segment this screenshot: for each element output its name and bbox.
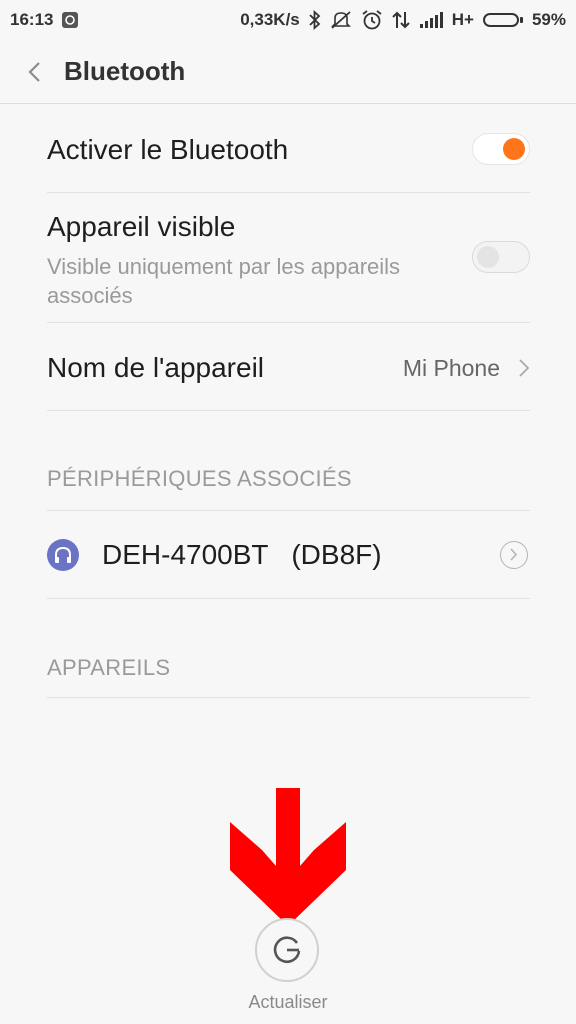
annotation-arrow: [230, 788, 346, 926]
refresh-label: Actualiser: [248, 992, 328, 1012]
device-details-button[interactable]: [500, 541, 528, 569]
refresh-icon: [273, 936, 301, 964]
alarm-icon: [361, 9, 383, 31]
headphones-icon: [47, 539, 79, 571]
battery-icon: [482, 13, 523, 27]
visible-device-label: Appareil visible: [47, 211, 236, 242]
chevron-left-icon: [28, 62, 40, 82]
visible-device-sublabel: Visible uniquement par les appareils ass…: [47, 254, 401, 308]
available-devices-header: APPAREILS: [47, 655, 171, 680]
row-device-name[interactable]: Nom de l'appareil Mi Phone: [47, 323, 530, 411]
data-transfer-icon: [392, 10, 410, 30]
refresh-button[interactable]: [255, 918, 319, 982]
divider: [47, 697, 530, 698]
chevron-right-icon: [510, 548, 518, 561]
status-bar-right: 0,33K/s H+ 59%: [240, 9, 566, 31]
enable-bluetooth-label: Activer le Bluetooth: [47, 134, 289, 165]
row-visible-device[interactable]: Appareil visible Visible uniquement par …: [47, 193, 530, 323]
enable-bluetooth-toggle[interactable]: [472, 133, 530, 165]
status-bar-left: 16:13: [10, 10, 79, 30]
device-name-label: Nom de l'appareil: [47, 352, 265, 383]
chevron-right-icon: [518, 358, 530, 378]
status-time: 16:13: [10, 10, 54, 29]
network-type: H+: [451, 10, 474, 29]
device-name-value: Mi Phone: [402, 355, 500, 381]
paired-devices-header: PÉRIPHÉRIQUES ASSOCIÉS: [47, 466, 352, 491]
gallery-notification-icon: [61, 11, 79, 29]
battery-percent: 59%: [531, 10, 566, 29]
paired-device-row[interactable]: DEH-4700BT (DB8F): [47, 511, 530, 599]
signal-icon: [419, 11, 443, 29]
row-enable-bluetooth[interactable]: Activer le Bluetooth: [47, 104, 530, 193]
back-button[interactable]: [24, 59, 46, 85]
page-title: Bluetooth: [64, 56, 186, 86]
visible-device-toggle[interactable]: [472, 241, 530, 273]
mute-icon: [330, 10, 352, 30]
app-header: Bluetooth: [0, 40, 576, 104]
status-bar: 16:13 0,33K/s H+ 59%: [0, 0, 576, 40]
paired-device-name: DEH-4700BT (DB8F): [102, 539, 382, 570]
network-speed: 0,33K/s: [240, 10, 300, 29]
bluetooth-icon: [309, 10, 321, 30]
